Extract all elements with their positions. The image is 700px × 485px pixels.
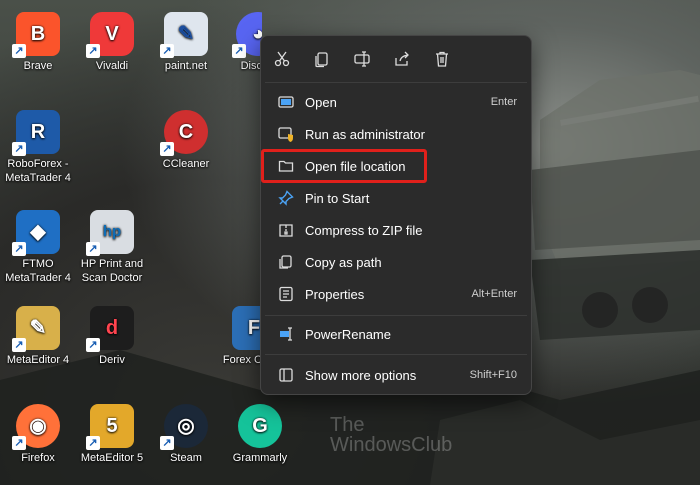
desktop-icon-label: FTMO MetaTrader 4: [5, 258, 71, 284]
desktop-icon-metaeditor5[interactable]: 5 ↗ MetaEditor 5: [74, 404, 150, 465]
desktop-icon-steam[interactable]: ◎ ↗ Steam: [148, 404, 224, 465]
desktop-icon-label: HP Print and Scan Doctor: [80, 258, 144, 284]
desktop-icon-label: MetaEditor 4: [6, 354, 70, 366]
desktop-icon-brave[interactable]: B ↗ Brave: [0, 12, 76, 73]
desktop-icon-grammarly[interactable]: G Grammarly: [222, 404, 298, 465]
metaeditor5-icon: 5 ↗: [86, 404, 134, 450]
shortcut-arrow-icon: ↗: [12, 142, 26, 156]
shortcut-arrow-icon: ↗: [12, 44, 26, 58]
desktop-icon-metaeditor4[interactable]: ✎ ↗ MetaEditor 4: [0, 306, 76, 367]
properties-icon: [277, 285, 295, 303]
desktop-icon-label: CCleaner: [162, 158, 210, 170]
menu-item-label: PowerRename: [305, 326, 391, 342]
shortcut-arrow-icon: ↗: [86, 44, 100, 58]
steam-icon: ◎ ↗: [160, 404, 208, 450]
metatrader-icon: R ↗: [12, 110, 60, 156]
metaeditor-icon: ✎ ↗: [12, 306, 60, 352]
highlight-box: [261, 149, 427, 183]
desktop-icon-label: Vivaldi: [95, 60, 129, 72]
powerrename-icon: [277, 325, 295, 343]
hp-icon: hp ↗: [86, 210, 134, 256]
menu-item-shortcut: Enter: [490, 96, 517, 108]
forex-icon: F: [232, 306, 262, 350]
menu-item-label: Properties: [305, 286, 365, 302]
menu-separator: [265, 82, 527, 83]
grammarly-icon: G: [238, 404, 282, 448]
rename-icon[interactable]: [353, 50, 371, 68]
paintnet-icon: ✎ ↗: [160, 12, 208, 58]
open-icon: [277, 93, 295, 111]
desktop-icon-label: Firefox: [21, 452, 55, 464]
context-menu: Open Enter Run as administrator Open fil…: [260, 35, 532, 395]
share-icon[interactable]: [393, 50, 411, 68]
menu-item-copy-as-path[interactable]: Copy as path: [267, 248, 527, 276]
desktop-icon-label: Steam: [170, 452, 202, 464]
zip-icon: [277, 221, 295, 239]
menu-item-properties[interactable]: Properties Alt+Enter: [267, 280, 527, 308]
menu-item-compress-to-zip[interactable]: Compress to ZIP file: [267, 216, 527, 244]
watermark: The WindowsClub: [330, 414, 453, 456]
desktop-icon-deriv[interactable]: d ↗ Deriv: [74, 306, 150, 367]
ccleaner-icon: C ↗: [160, 110, 208, 156]
desktop-icon-label: Brave: [23, 60, 53, 72]
menu-item-pin-to-start[interactable]: Pin to Start: [267, 184, 527, 212]
shortcut-arrow-icon: ↗: [86, 242, 100, 256]
desktop-icon-ftmo[interactable]: ◆ ↗ FTMO MetaTrader 4: [0, 210, 76, 285]
menu-separator: [265, 354, 527, 355]
shortcut-arrow-icon: ↗: [86, 338, 100, 352]
shortcut-arrow-icon: ↗: [160, 142, 174, 156]
shortcut-arrow-icon: ↗: [12, 242, 26, 256]
desktop-icon-label: Deriv: [99, 354, 125, 366]
desktop-icon-firefox[interactable]: ◉ ↗ Firefox: [0, 404, 76, 465]
delete-icon[interactable]: [433, 50, 451, 68]
desktop-icon-label: Grammarly: [232, 452, 288, 464]
menu-item-powerrename[interactable]: PowerRename: [267, 320, 527, 348]
desktop-icon-roboforex[interactable]: R ↗ RoboForex - MetaTrader 4: [0, 110, 76, 185]
shortcut-arrow-icon: ↗: [232, 44, 246, 58]
desktop-icon-label: MetaEditor 5: [80, 452, 144, 464]
menu-item-label: Pin to Start: [305, 190, 370, 206]
context-menu-toolbar: [261, 36, 531, 82]
menu-item-label: Run as administrator: [305, 126, 425, 142]
cut-icon[interactable]: [273, 50, 291, 68]
menu-item-label: Compress to ZIP file: [305, 222, 423, 238]
shortcut-arrow-icon: ↗: [12, 338, 26, 352]
menu-item-label: Show more options: [305, 367, 417, 383]
shield-icon: [277, 125, 295, 143]
desktop-icon-label: RoboForex - MetaTrader 4: [5, 158, 71, 184]
menu-item-run-as-administrator[interactable]: Run as administrator: [267, 120, 527, 148]
copy-icon[interactable]: [313, 50, 331, 68]
desktop-icon-label: Disc: [240, 60, 262, 72]
menu-item-shortcut: Shift+F10: [469, 369, 517, 381]
desktop-icon-forex[interactable]: F Forex C: [222, 306, 262, 367]
vivaldi-icon: V ↗: [86, 12, 134, 58]
desktop-icon-paintnet[interactable]: ✎ ↗ paint.net: [148, 12, 224, 73]
menu-separator: [265, 315, 527, 316]
desktop-icon-vivaldi[interactable]: V ↗ Vivaldi: [74, 12, 150, 73]
menu-item-label: Copy as path: [305, 254, 382, 270]
more-options-icon: [277, 366, 295, 384]
menu-item-open[interactable]: Open Enter: [267, 88, 527, 116]
shortcut-arrow-icon: ↗: [160, 436, 174, 450]
copy-path-icon: [277, 253, 295, 271]
firefox-icon: ◉ ↗: [12, 404, 60, 450]
menu-item-label: Open: [305, 94, 337, 110]
discord-icon: ◕ ↗: [232, 12, 262, 58]
ftmo-icon: ◆ ↗: [12, 210, 60, 256]
deriv-icon: d ↗: [86, 306, 134, 352]
pin-icon: [277, 189, 295, 207]
menu-item-shortcut: Alt+Enter: [471, 288, 517, 300]
shortcut-arrow-icon: ↗: [12, 436, 26, 450]
desktop-icon-label: paint.net: [164, 60, 208, 72]
desktop-icon-label: Forex C: [222, 354, 262, 366]
shortcut-arrow-icon: ↗: [86, 436, 100, 450]
brave-icon: B ↗: [12, 12, 60, 58]
desktop-icon-hp[interactable]: hp ↗ HP Print and Scan Doctor: [74, 210, 150, 285]
desktop-icon-ccleaner[interactable]: C ↗ CCleaner: [148, 110, 224, 171]
menu-item-show-more-options[interactable]: Show more options Shift+F10: [267, 361, 527, 389]
desktop-icon-discord[interactable]: ◕ ↗ Disc: [222, 12, 262, 73]
shortcut-arrow-icon: ↗: [160, 44, 174, 58]
